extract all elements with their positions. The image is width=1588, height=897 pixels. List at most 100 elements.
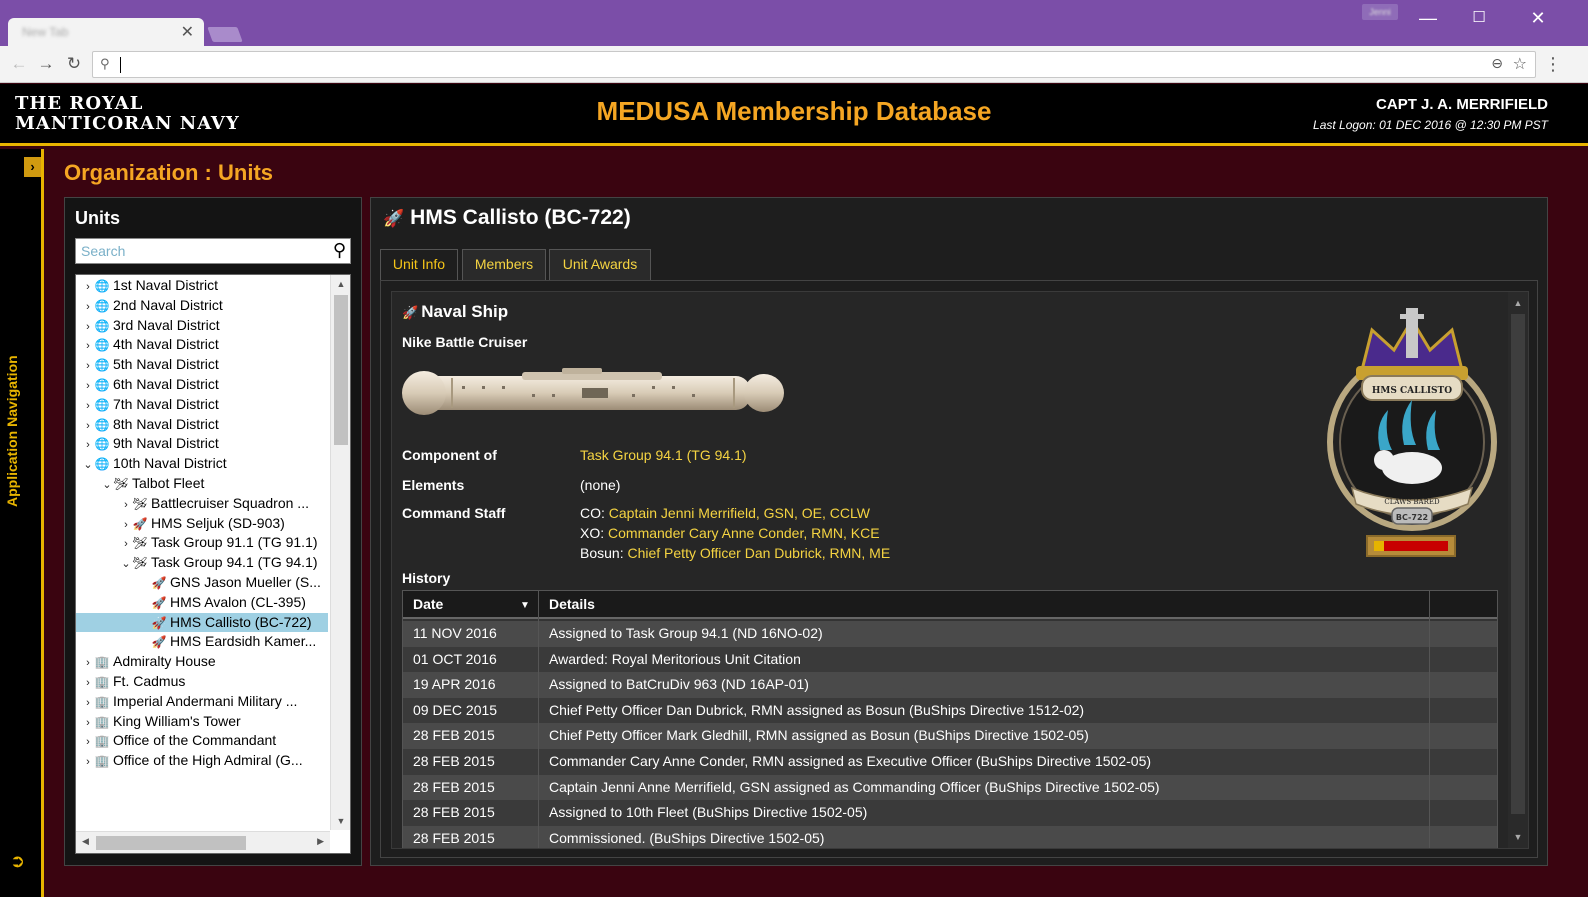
tree-item[interactable]: › 🌐 8th Naval District: [76, 415, 328, 435]
browser-menu-icon[interactable]: ⋮: [1544, 54, 1562, 75]
tree-item[interactable]: › 🌐 7th Naval District: [76, 395, 328, 415]
expand-nav-icon[interactable]: ›: [24, 157, 41, 177]
staff-bosun-link[interactable]: Chief Petty Officer Dan Dubrick, RMN, ME: [627, 545, 890, 561]
application-navigation-label[interactable]: Application Navigation: [4, 355, 20, 507]
table-row[interactable]: 28 FEB 2015 Chief Petty Officer Mark Gled…: [403, 723, 1497, 749]
browser-tab[interactable]: New Tab ✕: [8, 18, 204, 46]
table-row[interactable]: 09 DEC 2015 Chief Petty Officer Dan Dubri…: [403, 697, 1497, 724]
tree-item[interactable]: 🚀 HMS Avalon (CL-395): [76, 593, 328, 613]
chevron-right-icon[interactable]: ›: [82, 753, 94, 773]
tree-item[interactable]: › 🌐 5th Naval District: [76, 355, 328, 375]
tree-item[interactable]: › 🛩 Task Group 91.1 (TG 91.1): [76, 533, 328, 553]
tree-item[interactable]: › 🏢 King William's Tower: [76, 712, 328, 732]
table-row[interactable]: 28 FEB 2015 Commissioned. (BuShips Direct…: [403, 825, 1497, 848]
tab-unit-awards[interactable]: Unit Awards: [549, 249, 651, 280]
window-close-icon[interactable]: ✕: [1528, 8, 1548, 28]
crest-motto: CLAWS BARED: [1384, 498, 1440, 506]
tree-item[interactable]: › 🌐 3rd Naval District: [76, 316, 328, 336]
tree-item[interactable]: › 🌐 1st Naval District: [76, 276, 328, 296]
forward-icon[interactable]: →: [35, 53, 57, 75]
new-tab-button[interactable]: [207, 27, 243, 42]
table-row[interactable]: 11 NOV 2016 Assigned to Task Group 94.1 (…: [403, 621, 1497, 647]
chevron-down-icon[interactable]: ⌄: [82, 456, 94, 476]
tree-item[interactable]: 🚀 GNS Jason Mueller (S...: [76, 573, 328, 593]
table-row[interactable]: 28 FEB 2015 Assigned to 10th Fleet (BuShi…: [403, 800, 1497, 826]
tab-close-icon[interactable]: ✕: [181, 22, 194, 42]
history-grid: Date ▼ Details 11 NOV 2016 Assigned to Ta…: [402, 590, 1498, 848]
zoom-icon[interactable]: ⊖: [1491, 55, 1503, 72]
scroll-thumb[interactable]: [334, 295, 348, 445]
tree-item[interactable]: 🚀 HMS Callisto (BC-722): [76, 612, 328, 633]
history-details: Chief Petty Officer Mark Gledhill, RMN a…: [549, 727, 1089, 744]
profile-button[interactable]: Jenni: [1362, 4, 1398, 20]
back-icon[interactable]: ←: [8, 53, 30, 75]
sort-desc-icon[interactable]: ▼: [520, 600, 530, 611]
minimize-icon[interactable]: —: [1418, 8, 1438, 28]
details-column-header[interactable]: Details: [549, 596, 595, 612]
reload-icon[interactable]: ↻: [63, 53, 85, 75]
tree-item-label: 4th Naval District: [113, 336, 219, 353]
tree-item-label: HMS Eardsidh Kamer...: [170, 633, 317, 650]
ship-icon: 🚀: [151, 635, 167, 650]
tree-item[interactable]: ⌄ 🌐 10th Naval District: [76, 454, 328, 474]
maximize-icon[interactable]: ☐: [1469, 8, 1489, 28]
search-icon[interactable]: ⚲: [333, 240, 346, 261]
tree-item[interactable]: › 🏢 Office of the Commandant: [76, 731, 328, 751]
search-input[interactable]: [76, 239, 316, 263]
tree-item[interactable]: ⌄ 🛩 Task Group 94.1 (TG 94.1): [76, 553, 328, 573]
scroll-up-icon[interactable]: ▲: [331, 279, 350, 289]
address-bar[interactable]: ⚲ ⊖ ☆: [92, 51, 1536, 78]
tree-item-label: 2nd Naval District: [113, 296, 223, 313]
staff-co-link[interactable]: Captain Jenni Merrifield, GSN, OE, CCLW: [609, 505, 870, 521]
tree-item[interactable]: ⌄ 🛩 Talbot Fleet: [76, 474, 328, 494]
table-row[interactable]: 19 APR 2016 Assigned to BatCruDiv 963 (ND…: [403, 672, 1497, 698]
user-name[interactable]: CAPT J. A. MERRIFIELD: [1376, 96, 1548, 113]
tab-content: 🚀 Naval Ship Nike Battle Cruiser Compone…: [380, 280, 1538, 858]
section-title: 🚀 Naval Ship: [402, 302, 508, 322]
date-column-header[interactable]: Date: [413, 596, 443, 612]
tree-horizontal-scrollbar[interactable]: ◀ ▶: [76, 831, 330, 853]
tree-item-label: Imperial Andermani Military ...: [113, 692, 298, 709]
tab-members[interactable]: Members: [462, 249, 546, 280]
section-title-text: Naval Ship: [421, 302, 509, 321]
table-row[interactable]: 01 OCT 2016 Awarded: Royal Meritorious Un…: [403, 646, 1497, 673]
tree-item-label: GNS Jason Mueller (S...: [170, 574, 321, 590]
chevron-down-icon[interactable]: ⌄: [120, 555, 132, 575]
tree-item[interactable]: › 🌐 4th Naval District: [76, 335, 328, 355]
fleet-icon: 🛩: [132, 536, 148, 551]
staff-xo-link[interactable]: Commander Cary Anne Conder, RMN, KCE: [608, 525, 880, 541]
tree-item[interactable]: › 🌐 6th Naval District: [76, 375, 328, 395]
tree-item[interactable]: › 🏢 Admiralty House: [76, 652, 328, 672]
table-row[interactable]: 28 FEB 2015 Captain Jenni Anne Merrifield…: [403, 774, 1497, 801]
chevron-right-icon[interactable]: ›: [82, 654, 94, 674]
bookmark-star-icon[interactable]: ☆: [1513, 54, 1527, 74]
logout-icon[interactable]: ➲: [10, 851, 25, 872]
tree-item[interactable]: › 🏢 Ft. Cadmus: [76, 672, 328, 692]
scroll-left-icon[interactable]: ◀: [82, 836, 89, 847]
history-title: History: [402, 570, 451, 586]
scroll-thumb-horizontal[interactable]: [96, 836, 246, 850]
chevron-right-icon[interactable]: ›: [82, 357, 94, 377]
tree-item[interactable]: 🚀 HMS Eardsidh Kamer...: [76, 632, 328, 652]
tree-item[interactable]: › 🚀 HMS Seljuk (SD-903): [76, 514, 328, 534]
tree-item-label: Talbot Fleet: [132, 475, 205, 491]
tree-item[interactable]: › 🛩 Battlecruiser Squadron ...: [76, 494, 328, 514]
scroll-down-icon[interactable]: ▼: [331, 816, 350, 826]
scroll-right-icon[interactable]: ▶: [317, 836, 324, 847]
table-row[interactable]: 28 FEB 2015 Commander Cary Anne Conder, R…: [403, 749, 1497, 775]
scroll-up-icon[interactable]: ▲: [1508, 298, 1528, 308]
scroll-thumb[interactable]: [1511, 314, 1525, 814]
tree-item[interactable]: › 🌐 9th Naval District: [76, 434, 328, 454]
content-vertical-scrollbar[interactable]: ▲ ▼: [1508, 292, 1528, 848]
scroll-down-icon[interactable]: ▼: [1508, 832, 1528, 842]
ship-class: Nike Battle Cruiser: [402, 334, 528, 350]
tree-item[interactable]: › 🏢 Office of the High Admiral (G...: [76, 751, 328, 771]
component-link[interactable]: Task Group 94.1 (TG 94.1): [580, 447, 747, 463]
globe-icon: 🌐: [94, 358, 110, 373]
tree-vertical-scrollbar[interactable]: ▲ ▼: [330, 275, 350, 830]
component-label: Component of: [402, 447, 497, 463]
tab-unit-info[interactable]: Unit Info: [380, 249, 458, 282]
tree-item[interactable]: › 🌐 2nd Naval District: [76, 296, 328, 316]
tree-item[interactable]: › 🏢 Imperial Andermani Military ...: [76, 692, 328, 712]
search-icon: ⚲: [100, 56, 110, 71]
